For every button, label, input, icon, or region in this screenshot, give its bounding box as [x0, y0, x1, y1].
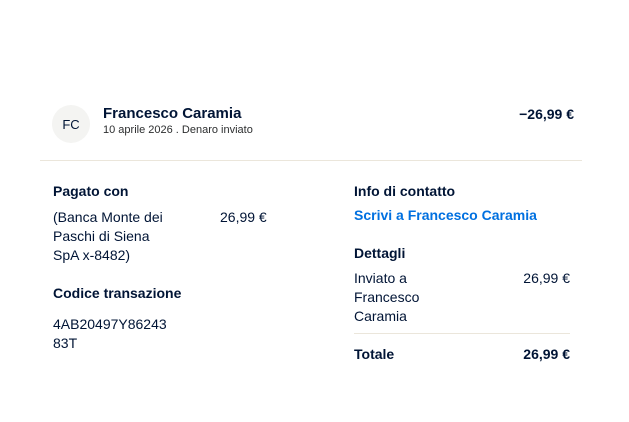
avatar-initials: FC [62, 116, 80, 132]
details-title: Dettagli [354, 245, 406, 261]
contact-info-title: Info di contatto [354, 183, 456, 199]
transaction-code-line: 83T [53, 335, 78, 351]
sent-to-label: Inviato a Francesco Caramia [354, 269, 419, 326]
contact-recipient-link[interactable]: Scrivi a Francesco Caramia [354, 207, 537, 223]
payment-source-line: SpA x-8482) [53, 247, 131, 263]
payment-source-line: Paschi di Siena [53, 228, 150, 244]
transaction-code-line: 4AB20497Y86243 [53, 316, 167, 332]
transaction-code-title: Codice transazione [53, 285, 182, 301]
total-divider [354, 333, 570, 334]
transaction-code: 4AB20497Y86243 83T [53, 315, 167, 353]
sent-amount: 26,99 € [523, 270, 570, 286]
sent-to-line: Caramia [354, 308, 407, 324]
recipient-name: Francesco Caramia [103, 105, 242, 122]
sent-to-line: Inviato a [354, 270, 407, 286]
payment-source-line: (Banca Monte dei [53, 209, 163, 225]
sent-to-line: Francesco [354, 289, 420, 305]
payment-source: (Banca Monte dei Paschi di Siena SpA x-8… [53, 208, 163, 265]
avatar: FC [52, 105, 90, 143]
paid-with-title: Pagato con [53, 183, 129, 199]
transaction-date-status: 10 aprile 2026 . Denaro inviato [103, 124, 253, 136]
total-amount: 26,99 € [523, 346, 570, 362]
payment-source-amount: 26,99 € [220, 209, 267, 225]
transaction-amount: −26,99 € [519, 106, 574, 122]
total-label: Totale [354, 346, 395, 362]
header-divider [40, 160, 582, 161]
